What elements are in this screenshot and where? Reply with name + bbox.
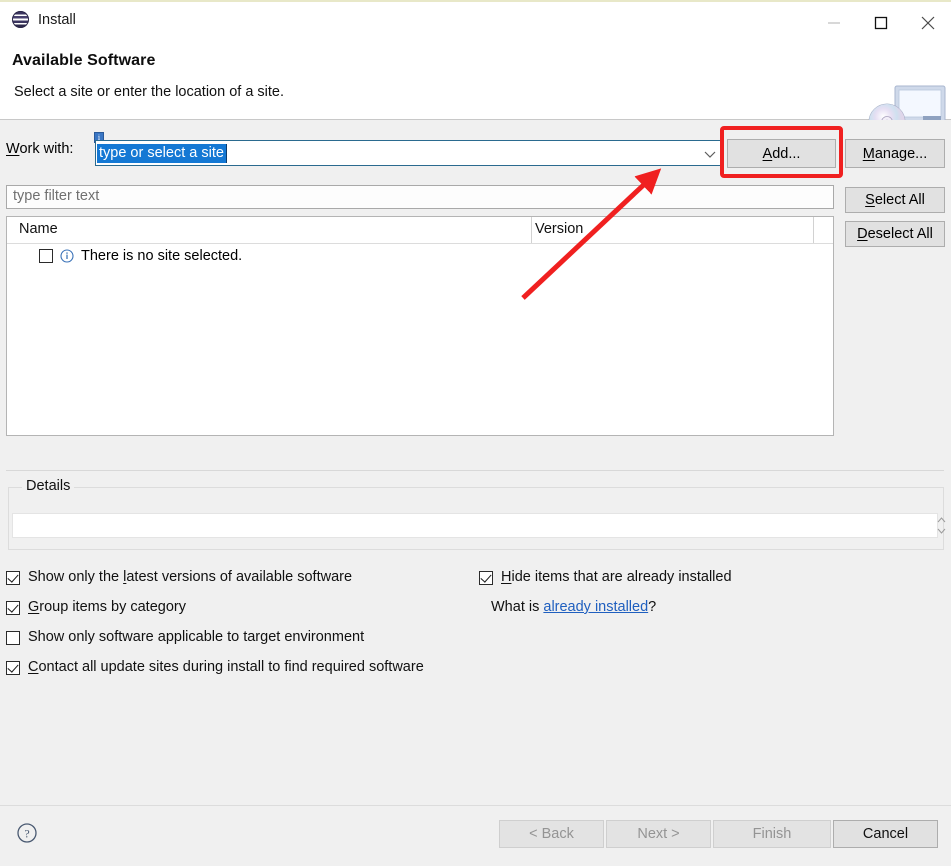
what-is-prefix: What is bbox=[491, 599, 544, 615]
details-scroll-indicator[interactable] bbox=[936, 515, 947, 536]
option-hide-installed-label: Hide items that are already installed bbox=[501, 569, 732, 585]
next-button[interactable]: Next > bbox=[606, 820, 711, 848]
option-contact-update-sites[interactable]: Contact all update sites during install … bbox=[6, 659, 424, 675]
cancel-button[interactable]: Cancel bbox=[833, 820, 938, 848]
add-button-label: dd... bbox=[772, 145, 801, 162]
manage-button-label: anage... bbox=[874, 145, 928, 162]
install-dialog: Install Available Software Select a site… bbox=[0, 0, 951, 864]
column-divider bbox=[531, 217, 532, 243]
add-button[interactable]: Add... bbox=[727, 139, 836, 168]
option-group-by-category-label: Group items by category bbox=[28, 599, 186, 615]
manage-button[interactable]: Manage... bbox=[845, 139, 945, 168]
select-all-button[interactable]: Select All bbox=[845, 187, 945, 213]
maximize-icon[interactable] bbox=[857, 2, 904, 44]
option-latest-versions-label: Show only the latest versions of availab… bbox=[28, 569, 353, 585]
column-header-name[interactable]: Name bbox=[19, 221, 58, 237]
already-installed-link[interactable]: already installed bbox=[543, 599, 648, 615]
row-label: There is no site selected. bbox=[81, 248, 243, 264]
title-bar-left: Install bbox=[12, 11, 76, 28]
option-latest-versions-checkbox[interactable] bbox=[6, 571, 20, 585]
info-icon bbox=[60, 249, 74, 263]
title-bar: Install bbox=[0, 2, 951, 44]
svg-text:?: ? bbox=[24, 827, 29, 841]
what-is-suffix: ? bbox=[648, 599, 657, 615]
row-checkbox[interactable] bbox=[39, 249, 53, 263]
column-divider-2 bbox=[813, 217, 814, 243]
option-contact-update-sites-label: Contact all update sites during install … bbox=[28, 659, 424, 675]
add-button-mnemonic: A bbox=[762, 145, 773, 162]
work-with-label: Work with: bbox=[6, 141, 73, 157]
work-with-value: type or select a site bbox=[97, 144, 227, 163]
option-group-by-category-checkbox[interactable] bbox=[6, 601, 20, 615]
window-controls bbox=[810, 2, 951, 44]
window-title: Install bbox=[38, 11, 76, 28]
help-question-icon[interactable]: ? bbox=[16, 822, 38, 844]
deselect-all-button[interactable]: Deselect All bbox=[845, 221, 945, 247]
option-hide-installed-checkbox[interactable] bbox=[479, 571, 493, 585]
option-group-by-category[interactable]: Group items by category bbox=[6, 599, 186, 615]
column-header-version[interactable]: Version bbox=[535, 221, 583, 237]
close-icon[interactable] bbox=[904, 2, 951, 44]
option-latest-versions[interactable]: Show only the latest versions of availab… bbox=[6, 569, 352, 585]
filter-input[interactable]: type filter text bbox=[6, 185, 834, 209]
option-contact-update-sites-checkbox[interactable] bbox=[6, 661, 20, 675]
select-all-label: elect All bbox=[874, 192, 925, 208]
minimize-icon[interactable] bbox=[810, 2, 857, 44]
details-text[interactable] bbox=[12, 513, 938, 538]
finish-button[interactable]: Finish bbox=[713, 820, 831, 848]
table-header: Name Version bbox=[7, 217, 833, 244]
page-subtitle: Select a site or enter the location of a… bbox=[14, 84, 285, 100]
deselect-all-mnemonic: D bbox=[857, 226, 868, 242]
work-with-label-rest: ork with: bbox=[19, 141, 74, 157]
option-target-environment-label: Show only software applicable to target … bbox=[28, 629, 365, 645]
footer-separator bbox=[0, 805, 951, 806]
work-with-mnemonic: W bbox=[6, 141, 20, 157]
what-is-installed-text: What is already installed? bbox=[491, 599, 656, 615]
wizard-header: Available Software Select a site or ente… bbox=[0, 44, 951, 141]
select-all-mnemonic: S bbox=[865, 192, 875, 208]
details-legend: Details bbox=[22, 478, 75, 494]
work-with-combo[interactable]: type or select a site bbox=[95, 140, 724, 166]
option-target-environment[interactable]: Show only software applicable to target … bbox=[6, 629, 364, 645]
page-title: Available Software bbox=[12, 52, 156, 69]
manage-button-mnemonic: M bbox=[862, 145, 875, 162]
chevron-down-icon[interactable] bbox=[702, 146, 718, 162]
back-button[interactable]: < Back bbox=[499, 820, 604, 848]
option-target-environment-checkbox[interactable] bbox=[6, 631, 20, 645]
eclipse-icon bbox=[12, 11, 29, 28]
option-hide-installed[interactable]: Hide items that are already installed bbox=[479, 569, 732, 585]
body-separator bbox=[6, 470, 944, 471]
available-software-table: Name Version There is no site selected. bbox=[6, 216, 834, 436]
table-row[interactable]: There is no site selected. bbox=[7, 245, 242, 267]
deselect-all-label: eselect All bbox=[867, 226, 933, 242]
